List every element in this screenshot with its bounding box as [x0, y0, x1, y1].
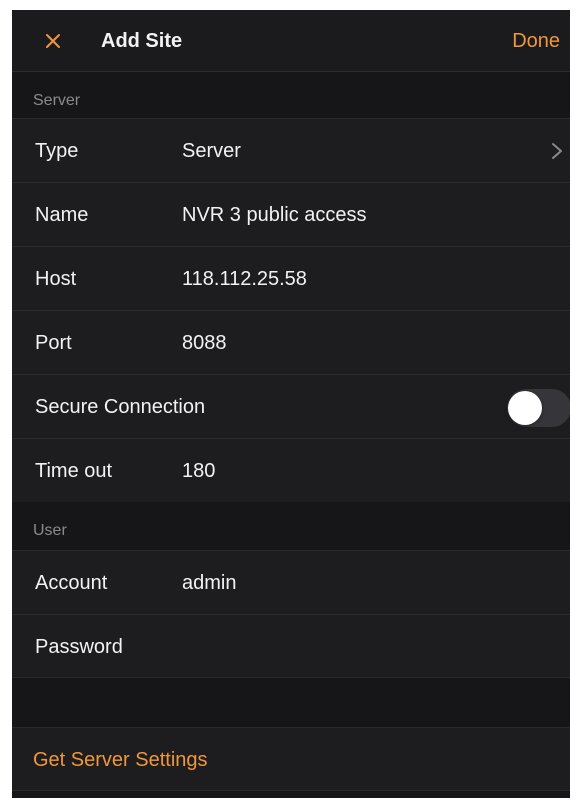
toggle-knob [508, 391, 542, 425]
section-spacer [12, 679, 570, 727]
get-server-settings-button[interactable]: Get Server Settings [12, 727, 570, 791]
host-row[interactable]: Host 118.112.25.58 [12, 246, 570, 310]
port-field[interactable]: 8088 [182, 332, 227, 355]
name-field[interactable]: NVR 3 public access [182, 204, 367, 227]
account-field[interactable]: admin [182, 572, 236, 595]
add-site-screen: Add Site Done Server Type Server Name NV… [12, 10, 570, 798]
close-icon [46, 34, 60, 48]
timeout-field[interactable]: 180 [182, 460, 215, 483]
name-row[interactable]: Name NVR 3 public access [12, 182, 570, 246]
done-button[interactable]: Done [512, 30, 560, 53]
password-row[interactable]: Password [12, 614, 570, 678]
section-header-label: Server [33, 92, 81, 109]
type-value: Server [182, 140, 241, 162]
page-title: Add Site [101, 30, 183, 52]
section-header-label: User [33, 522, 67, 539]
type-row[interactable]: Type Server [12, 118, 570, 182]
secure-connection-toggle[interactable] [507, 389, 570, 427]
timeout-row[interactable]: Time out 180 [12, 438, 570, 502]
section-header-server: Server [12, 72, 570, 118]
host-field[interactable]: 118.112.25.58 [182, 268, 307, 291]
navigation-bar: Add Site Done [12, 10, 570, 72]
name-label: Name [35, 204, 89, 226]
account-label: Account [35, 572, 108, 594]
type-label: Type [35, 140, 79, 162]
get-server-settings-label: Get Server Settings [33, 749, 208, 771]
section-header-user: User [12, 502, 570, 548]
account-row[interactable]: Account admin [12, 550, 570, 614]
secure-connection-label: Secure Connection [35, 396, 206, 418]
port-row[interactable]: Port 8088 [12, 310, 570, 374]
host-label: Host [35, 268, 77, 290]
port-label: Port [35, 332, 72, 354]
password-label: Password [35, 636, 123, 658]
secure-connection-row: Secure Connection [12, 374, 570, 438]
timeout-label: Time out [35, 460, 113, 482]
chevron-right-icon [552, 143, 562, 159]
close-button[interactable] [40, 28, 66, 54]
